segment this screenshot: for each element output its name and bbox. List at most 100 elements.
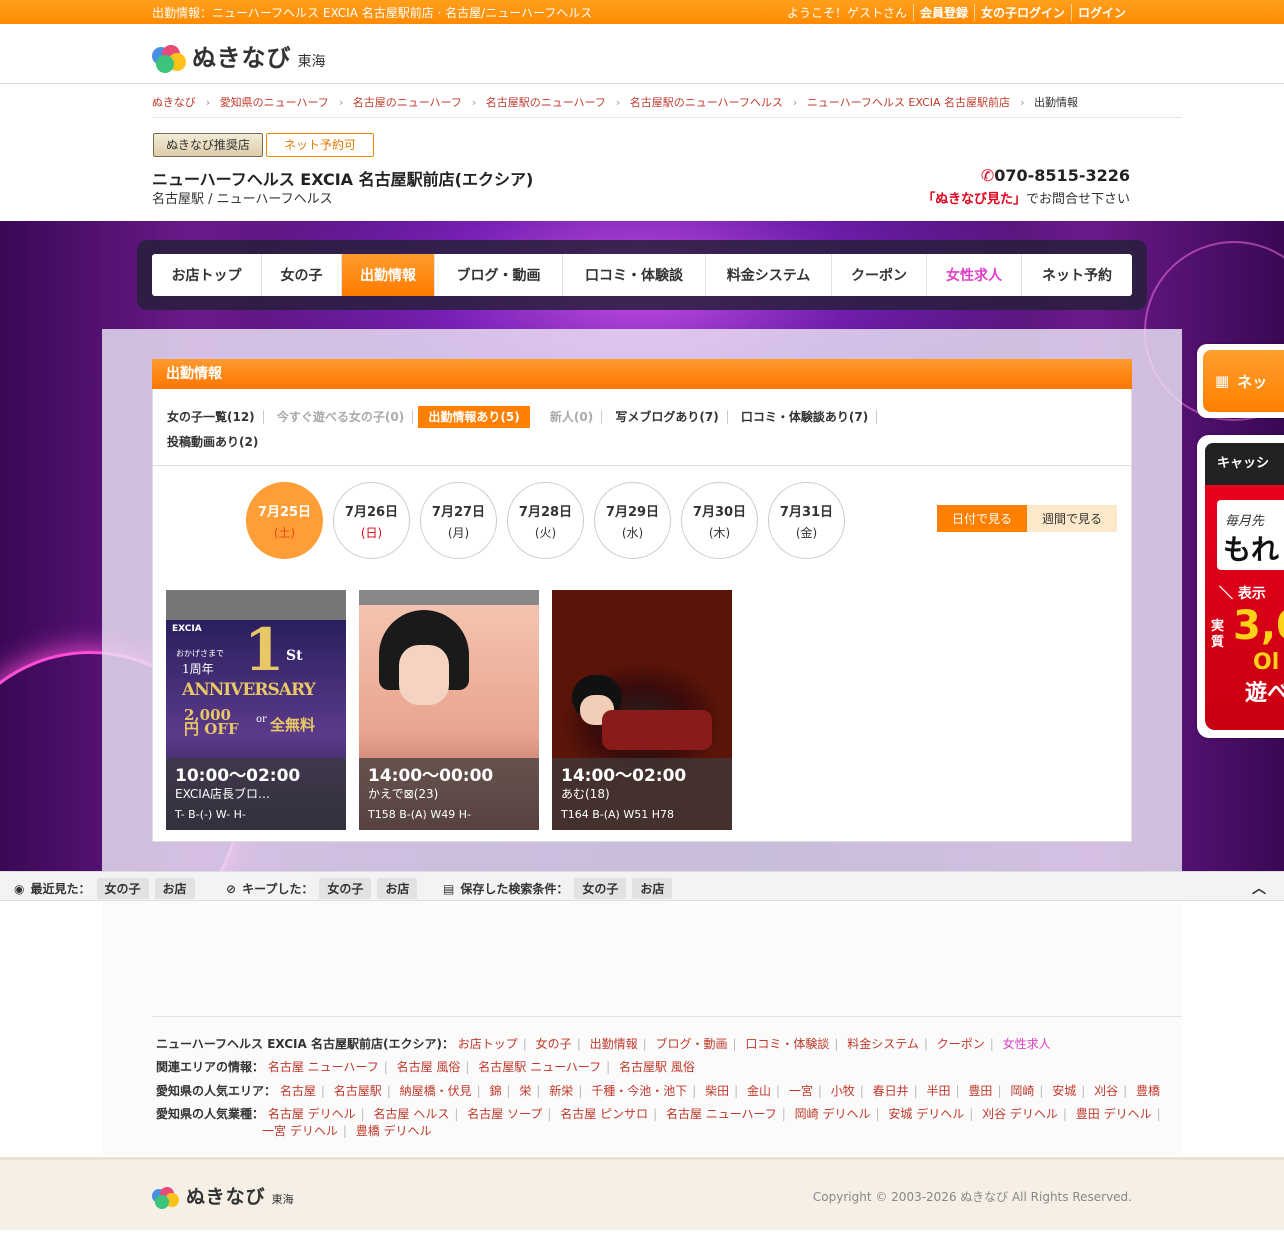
phone-number[interactable]: ✆070-8515-3226	[981, 166, 1130, 185]
footer-link[interactable]: 安城 デリヘル	[888, 1107, 964, 1121]
breadcrumb-item[interactable]: 名古屋駅のニューハーフ	[486, 96, 606, 109]
chevron-up-icon[interactable]: ︿	[1252, 878, 1266, 898]
side-reserve-button[interactable]: ▦ ネッ	[1197, 344, 1284, 418]
nav-schedule[interactable]: 出勤情報	[342, 254, 435, 296]
footer-link[interactable]: 錦	[490, 1084, 502, 1098]
nav-net-reserve[interactable]: ネット予約	[1022, 254, 1132, 296]
nav-reviews[interactable]: 口コミ・体験談	[563, 254, 706, 296]
footer-link[interactable]: 豊田	[968, 1084, 992, 1098]
footer-link[interactable]: 名古屋 風俗	[397, 1060, 461, 1074]
girl-card[interactable]: EXCIA おかげさまで 1周年 1 St ANNIVERSARY 2,000円…	[166, 590, 346, 830]
date-option[interactable]: 7月26日 (日)	[333, 482, 410, 559]
footer-link[interactable]: 安城	[1052, 1084, 1076, 1098]
girl-shift-time: 14:00〜02:00	[561, 766, 687, 786]
footer-link[interactable]: 名古屋駅 風俗	[619, 1060, 695, 1074]
tab-reviews[interactable]: 口コミ・体験談あり(7)	[733, 410, 878, 424]
footer-link[interactable]: 名古屋	[280, 1084, 316, 1098]
keep-girls-button[interactable]: 女の子	[319, 878, 372, 899]
view-by-week-button[interactable]: 週間で見る	[1027, 505, 1117, 532]
breadcrumb-item[interactable]: ぬきなび	[152, 96, 196, 109]
footer-link[interactable]: 名古屋駅 ニューハーフ	[478, 1060, 601, 1074]
footer-link[interactable]: 栄	[519, 1084, 531, 1098]
footer-link[interactable]: お店トップ	[458, 1037, 518, 1051]
footer-link[interactable]: 刈谷	[1094, 1084, 1118, 1098]
site-logo[interactable]: ぬきなび 東海	[152, 38, 326, 73]
footer-link[interactable]: 千種・今池・池下	[591, 1084, 687, 1098]
recent-shops-button[interactable]: お店	[154, 878, 195, 899]
girl-shift-time: 14:00〜00:00	[368, 766, 494, 786]
tab-available-now: 今すぐ遊べる女の子(0)	[269, 410, 414, 424]
girl-login-link[interactable]: 女の子ログイン	[981, 6, 1065, 20]
footer-logo[interactable]: ぬきなび 東海	[152, 1182, 294, 1209]
breadcrumb-item[interactable]: 愛知県のニューハーフ	[220, 96, 329, 109]
tab-videos[interactable]: 投稿動画あり(2)	[167, 435, 266, 449]
saved-shops-button[interactable]: お店	[632, 878, 673, 899]
logo-mark-icon	[152, 1187, 180, 1209]
nav-girls[interactable]: 女の子	[262, 254, 342, 296]
tab-photo-blog[interactable]: 写メブログあり(7)	[607, 410, 728, 424]
welcome-text: ようこそ！ゲストさん	[786, 6, 907, 20]
footer-link[interactable]: 春日井	[873, 1084, 909, 1098]
footer-link[interactable]: 新栄	[549, 1084, 573, 1098]
footer-link[interactable]: 名古屋 ニューハーフ	[268, 1060, 379, 1074]
nav-blog-video[interactable]: ブログ・動画	[435, 254, 563, 296]
footer-link[interactable]: 名古屋 ヘルス	[374, 1107, 450, 1121]
tab-newcomers: 新人(0)	[542, 410, 603, 424]
footer-link[interactable]: 柴田	[705, 1084, 729, 1098]
footer-link[interactable]: ブログ・動画	[655, 1037, 727, 1051]
footer-link[interactable]: 金山	[747, 1084, 771, 1098]
keep-shops-button[interactable]: お店	[377, 878, 418, 899]
date-option[interactable]: 7月31日 (金)	[768, 482, 845, 559]
footer-link[interactable]: 岡崎	[1010, 1084, 1034, 1098]
login-link[interactable]: ログイン	[1078, 6, 1126, 20]
view-by-date-button[interactable]: 日付で見る	[937, 505, 1027, 532]
footer-link[interactable]: 名古屋 ソープ	[467, 1107, 542, 1121]
saved-girls-button[interactable]: 女の子	[574, 878, 627, 899]
footer-link[interactable]: 出勤情報	[590, 1037, 638, 1051]
nav-shop-top[interactable]: お店トップ	[152, 254, 262, 296]
girl-card[interactable]: 14:00〜02:00 あむ(18) T164 B-(A) W51 H78	[552, 590, 732, 830]
saved-search-label: 保存した検索条件：	[460, 882, 569, 896]
footer-link[interactable]: 料金システム	[847, 1037, 919, 1051]
date-option[interactable]: 7月25日 (土)	[246, 482, 323, 559]
footer-link[interactable]: 半田	[927, 1084, 951, 1098]
footer-link[interactable]: 名古屋駅	[334, 1084, 382, 1098]
footer-genre-links-cont: 一宮 デリヘル | 豊橋 デリヘル	[262, 1124, 432, 1138]
nav-coupon[interactable]: クーポン	[832, 254, 927, 296]
calendar-icon: ▦	[1215, 372, 1230, 390]
footer-link[interactable]: 豊田 デリヘル	[1076, 1107, 1152, 1121]
nav-recruit[interactable]: 女性求人	[927, 254, 1022, 296]
register-link[interactable]: 会員登録	[920, 6, 968, 20]
breadcrumb-item[interactable]: 名古屋駅のニューハーフヘルス	[630, 96, 783, 109]
recent-girls-button[interactable]: 女の子	[96, 878, 149, 899]
footer-link[interactable]: 納屋橋・伏見	[400, 1084, 472, 1098]
side-cashback-banner[interactable]: キャッシ 毎月先 もれ ＼ 表示 実 質 3,0 Ol 遊べ	[1197, 435, 1284, 738]
footer-link[interactable]: 女の子	[536, 1037, 572, 1051]
date-option[interactable]: 7月29日 (水)	[594, 482, 671, 559]
tab-has-schedule[interactable]: 出勤情報あり(5)	[418, 406, 530, 428]
nav-price[interactable]: 料金システム	[706, 254, 832, 296]
date-option[interactable]: 7月28日 (火)	[507, 482, 584, 559]
footer-link[interactable]: 小牧	[831, 1084, 855, 1098]
date-option[interactable]: 7月30日 (木)	[681, 482, 758, 559]
account-links: ようこそ！ゲストさん 会員登録 女の子ログイン ログイン	[781, 4, 1132, 21]
girl-name: かえで⊠(23)	[368, 787, 439, 801]
date-option[interactable]: 7月27日 (月)	[420, 482, 497, 559]
footer-link[interactable]: クーポン	[937, 1037, 985, 1051]
footer-link[interactable]: 名古屋 ニューハーフ	[666, 1107, 777, 1121]
breadcrumb-item[interactable]: ニューハーフヘルス EXCIA 名古屋駅前店	[807, 96, 1010, 109]
footer-link[interactable]: 女性求人	[1003, 1037, 1051, 1051]
footer-link[interactable]: 口コミ・体験談	[745, 1037, 829, 1051]
footer-link[interactable]: 岡崎 デリヘル	[795, 1107, 871, 1121]
footer-link[interactable]: 一宮	[789, 1084, 813, 1098]
breadcrumb-item[interactable]: 名古屋のニューハーフ	[353, 96, 462, 109]
footer-link[interactable]: 豊橋	[1136, 1084, 1160, 1098]
footer-link[interactable]: 刈谷 デリヘル	[982, 1107, 1058, 1121]
girl-photo	[602, 710, 712, 750]
footer-link[interactable]: 豊橋 デリヘル	[356, 1124, 432, 1138]
tab-all-girls[interactable]: 女の子一覧(12)	[167, 410, 264, 424]
footer-link[interactable]: 一宮 デリヘル	[262, 1124, 338, 1138]
footer-link[interactable]: 名古屋 ピンサロ	[560, 1107, 648, 1121]
footer-link[interactable]: 名古屋 デリヘル	[268, 1107, 356, 1121]
girl-card[interactable]: 14:00〜00:00 かえで⊠(23) T158 B-(A) W49 H-	[359, 590, 539, 830]
